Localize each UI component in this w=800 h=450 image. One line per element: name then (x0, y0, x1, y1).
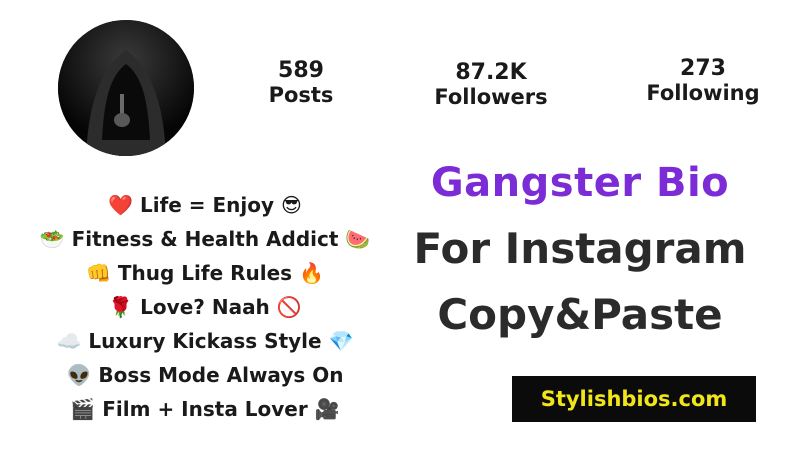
bio-line: ☁️ Luxury Kickass Style 💎 (56, 329, 354, 353)
bio-line: 👊 Thug Life Rules 🔥 (86, 261, 324, 285)
bio-text: ❤️ Life = Enjoy 😎 🥗 Fitness & Health Add… (20, 188, 390, 426)
stat-posts-label: Posts (268, 83, 334, 108)
bio-line: 🥗 Fitness & Health Addict 🍉 (39, 227, 371, 251)
stat-posts[interactable]: 589 Posts (256, 58, 346, 107)
stat-following[interactable]: 273 Following (640, 56, 766, 105)
site-label: Stylishbios.com (540, 387, 728, 411)
stat-following-label: Following (646, 81, 760, 106)
bio-line: 🌹 Love? Naah 🚫 (108, 295, 302, 319)
headline-subtitle: For Instagram (413, 224, 747, 273)
stat-followers-value: 87.2K (455, 60, 527, 85)
stat-following-value: 273 (680, 56, 726, 81)
site-badge[interactable]: Stylishbios.com (512, 376, 756, 422)
hooded-figure-avatar-icon (58, 20, 194, 156)
bio-line: 👽 Boss Mode Always On (66, 363, 344, 387)
stat-followers[interactable]: 87.2K Followers (428, 60, 554, 109)
bio-line: 🎬 Film + Insta Lover 🎥 (70, 397, 340, 421)
headline-title: Gangster Bio (430, 160, 730, 206)
bio-line: ❤️ Life = Enjoy 😎 (108, 193, 302, 217)
stat-followers-label: Followers (434, 85, 548, 110)
headline-tagline: Copy&Paste (437, 290, 723, 339)
stat-posts-value: 589 (278, 58, 324, 83)
